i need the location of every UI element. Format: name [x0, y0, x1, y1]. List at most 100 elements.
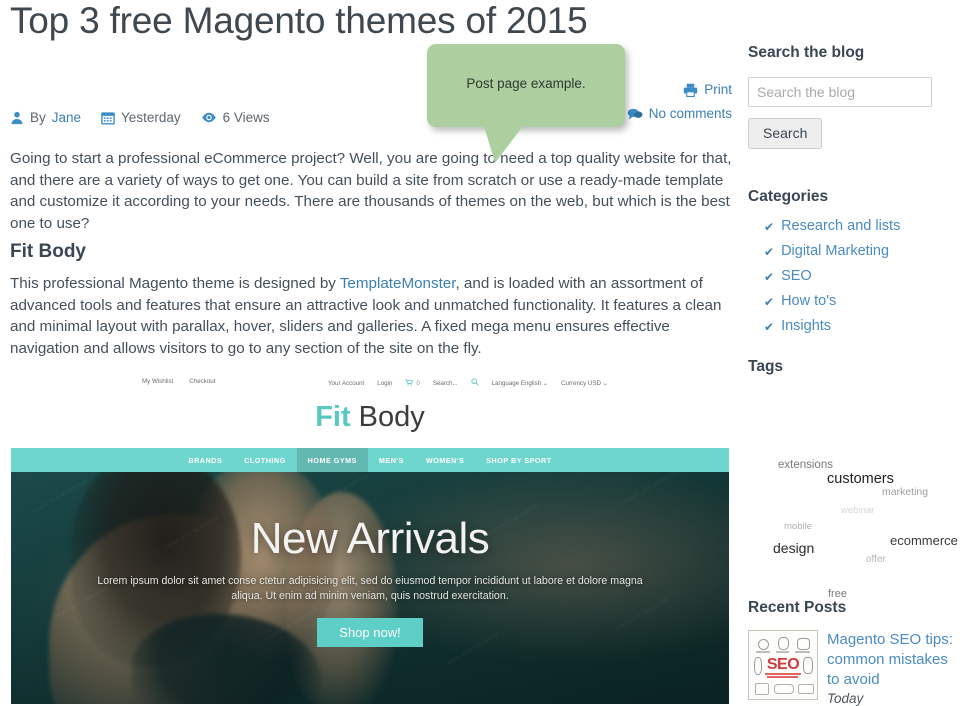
chevron-down-icon: ⌄ [602, 379, 608, 387]
shot-logo-fit: Fit [315, 401, 351, 433]
thumb-doodle-icon [778, 637, 789, 650]
list-item[interactable]: ✔ SEO [764, 268, 954, 285]
shot-link-checkout[interactable]: Checkout [189, 378, 215, 385]
meta-author-prefix: By [30, 110, 46, 125]
templatemonster-link[interactable]: TemplateMonster [340, 275, 456, 292]
tag-link[interactable]: offer [866, 555, 886, 565]
check-icon: ✔ [764, 269, 775, 284]
thumb-doodle-line [776, 651, 789, 653]
widget-recent-posts: Recent Posts SEO Magento SEO tips: commo… [748, 599, 954, 706]
comments-label: No comments [648, 106, 732, 121]
calendar-icon [101, 111, 115, 125]
list-item: SEO Magento SEO tips: common mistakes to… [748, 630, 954, 706]
shot-nav-womens[interactable]: WOMEN'S [415, 448, 475, 472]
post-meta-right: Print No comments [627, 82, 732, 130]
categories-widget-heading: Categories [748, 188, 829, 205]
thumb-doodle-red-line [767, 676, 798, 678]
meta-author: By Jane [10, 110, 81, 125]
shot-link-login[interactable]: Login [377, 380, 392, 387]
category-link[interactable]: SEO [781, 268, 812, 285]
check-icon: ✔ [764, 319, 775, 334]
post-paragraph-2: This professional Magento theme is desig… [10, 273, 732, 359]
tag-cloud: extensions customers marketing webinar mobil… [748, 394, 958, 599]
check-icon: ✔ [764, 244, 775, 259]
categories-list: ✔ Research and lists ✔ Digital Marketing ✔… [748, 218, 954, 335]
printer-icon [683, 83, 698, 97]
chevron-down-icon: ⌄ [542, 379, 549, 387]
search-button[interactable]: Search [748, 118, 823, 149]
cart-count: 0 [416, 379, 420, 387]
category-link[interactable]: Insights [781, 318, 831, 335]
shot-language-label: Language English [491, 379, 542, 387]
search-icon[interactable] [470, 378, 479, 388]
shot-utility-left: My Wishlist Checkout [142, 378, 215, 385]
shot-currency-label: Currency USD [561, 379, 601, 387]
category-link[interactable]: How to's [781, 293, 836, 310]
tag-link[interactable]: marketing [882, 487, 928, 498]
thumb-doodle-icon [758, 639, 769, 650]
thumb-doodle-line [795, 651, 810, 653]
shot-navbar: BRANDS CLOTHING HOME GYMS MEN'S WOMEN'S … [11, 448, 729, 472]
thumb-doodle-icon [797, 638, 810, 650]
shot-link-wishlist[interactable]: My Wishlist [142, 378, 173, 385]
check-icon: ✔ [764, 294, 775, 309]
hero-title: New Arrivals [250, 514, 490, 563]
list-item[interactable]: ✔ How to's [764, 293, 954, 310]
main-content-column: Top 3 free Magento themes of 2015 By Jan… [10, 0, 732, 357]
shot-search-text[interactable]: Search... [433, 380, 458, 387]
theme-screenshot: My Wishlist Checkout Your Account Login [11, 364, 729, 704]
hero-subtitle: Lorem ipsum dolor sit amet conse ctetur … [97, 575, 643, 602]
thumb-doodle-icon [803, 657, 813, 674]
tags-widget-heading: Tags [748, 358, 784, 375]
tag-link[interactable]: customers [827, 472, 894, 487]
shot-header: My Wishlist Checkout Your Account Login [11, 364, 729, 448]
thumb-doodle-line [756, 651, 770, 653]
shot-logo[interactable]: Fit Body [11, 400, 729, 434]
user-icon [10, 111, 24, 125]
tag-link[interactable]: ecommerce [890, 534, 958, 547]
post-meta-left: By Jane Yesterday 6 Views [10, 110, 270, 125]
callout-bubble: Post page example. [427, 44, 625, 163]
thumb-doodle-box [774, 684, 794, 694]
tag-link[interactable]: design [773, 541, 814, 555]
shot-utility-bar: My Wishlist Checkout Your Account Login [11, 378, 729, 390]
callout-tail [484, 126, 523, 163]
tag-link[interactable]: extensions [778, 459, 833, 472]
meta-author-link[interactable]: Jane [52, 110, 81, 125]
tag-link[interactable]: webinar [841, 506, 874, 516]
shot-nav-brands[interactable]: BRANDS [177, 448, 233, 472]
tag-link[interactable]: mobile [784, 522, 812, 532]
recent-post-thumbnail[interactable]: SEO [748, 630, 818, 700]
list-item[interactable]: ✔ Insights [764, 318, 954, 335]
shot-nav-home-gyms[interactable]: HOME GYMS [296, 448, 368, 472]
search-input[interactable] [748, 77, 932, 107]
shot-language-select[interactable]: Language English ⌄ [492, 380, 548, 387]
thumb-doodle-box [755, 683, 769, 695]
page-title: Top 3 free Magento themes of 2015 [10, 0, 588, 41]
post-subheading: Fit Body [10, 241, 86, 262]
shot-logo-body: Body [350, 401, 425, 433]
print-action[interactable]: Print [627, 82, 732, 97]
meta-date-label: Yesterday [121, 110, 181, 125]
comments-action[interactable]: No comments [627, 106, 732, 121]
shot-nav-clothing[interactable]: CLOTHING [233, 448, 297, 472]
category-link[interactable]: Digital Marketing [781, 243, 889, 260]
category-link[interactable]: Research and lists [781, 218, 900, 235]
recent-post-link[interactable]: Magento SEO tips: common mistakes to avo… [827, 630, 954, 690]
check-icon: ✔ [764, 219, 775, 234]
list-item[interactable]: ✔ Research and lists [764, 218, 954, 235]
list-item[interactable]: ✔ Digital Marketing [764, 243, 954, 260]
blog-post-page: Top 3 free Magento themes of 2015 By Jan… [0, 0, 960, 706]
shot-nav-mens[interactable]: MEN'S [368, 448, 415, 472]
shot-cart[interactable]: 0 [405, 378, 420, 388]
shot-link-account[interactable]: Your Account [328, 380, 364, 387]
hero-content: New Arrivals Lorem ipsum dolor sit amet … [11, 472, 729, 647]
hero-shop-now-button[interactable]: Shop now! [317, 618, 423, 647]
comment-icon [627, 107, 643, 121]
shot-nav-shop-by-sport[interactable]: SHOP BY SPORT [475, 448, 562, 472]
meta-views: 6 Views [201, 110, 270, 125]
recent-posts-widget-heading: Recent Posts [748, 599, 847, 616]
shot-currency-select[interactable]: Currency USD ⌄ [561, 380, 608, 387]
thumb-doodle-box [798, 684, 814, 694]
widget-categories: Categories ✔ Research and lists ✔ Digital … [748, 188, 954, 343]
